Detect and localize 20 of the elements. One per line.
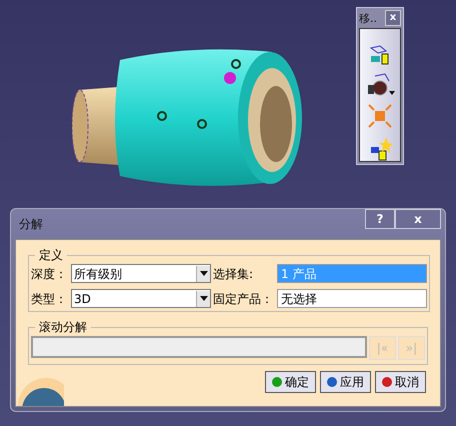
dialog-button[interactable]: 应用 — [320, 371, 371, 393]
toolbar-title: 移.. — [359, 12, 377, 24]
dropdown-field[interactable]: 3D — [71, 289, 211, 308]
caret-icon — [196, 290, 210, 306]
dropdown-field[interactable]: 所有级别 — [71, 264, 211, 283]
field-label: 类型： — [31, 290, 68, 308]
close-button[interactable]: x — [395, 209, 441, 229]
close-button[interactable]: x — [385, 10, 401, 26]
group-title: 滚动分解 — [38, 319, 88, 336]
dialog-button[interactable]: 确定 — [265, 371, 316, 393]
input-field[interactable]: 无选择 — [277, 289, 427, 308]
group-title: 定义 — [38, 247, 64, 264]
dialog-title: 分解 — [18, 216, 43, 233]
caret-icon — [196, 266, 210, 282]
globe-icon — [16, 376, 64, 406]
dialog-button[interactable]: 取消 — [375, 371, 426, 393]
field-label: 深度： — [31, 266, 68, 282]
field-label: 选择集: — [213, 266, 254, 282]
field-label: 固定产品： — [213, 290, 274, 308]
help-button[interactable]: ? — [365, 209, 395, 229]
